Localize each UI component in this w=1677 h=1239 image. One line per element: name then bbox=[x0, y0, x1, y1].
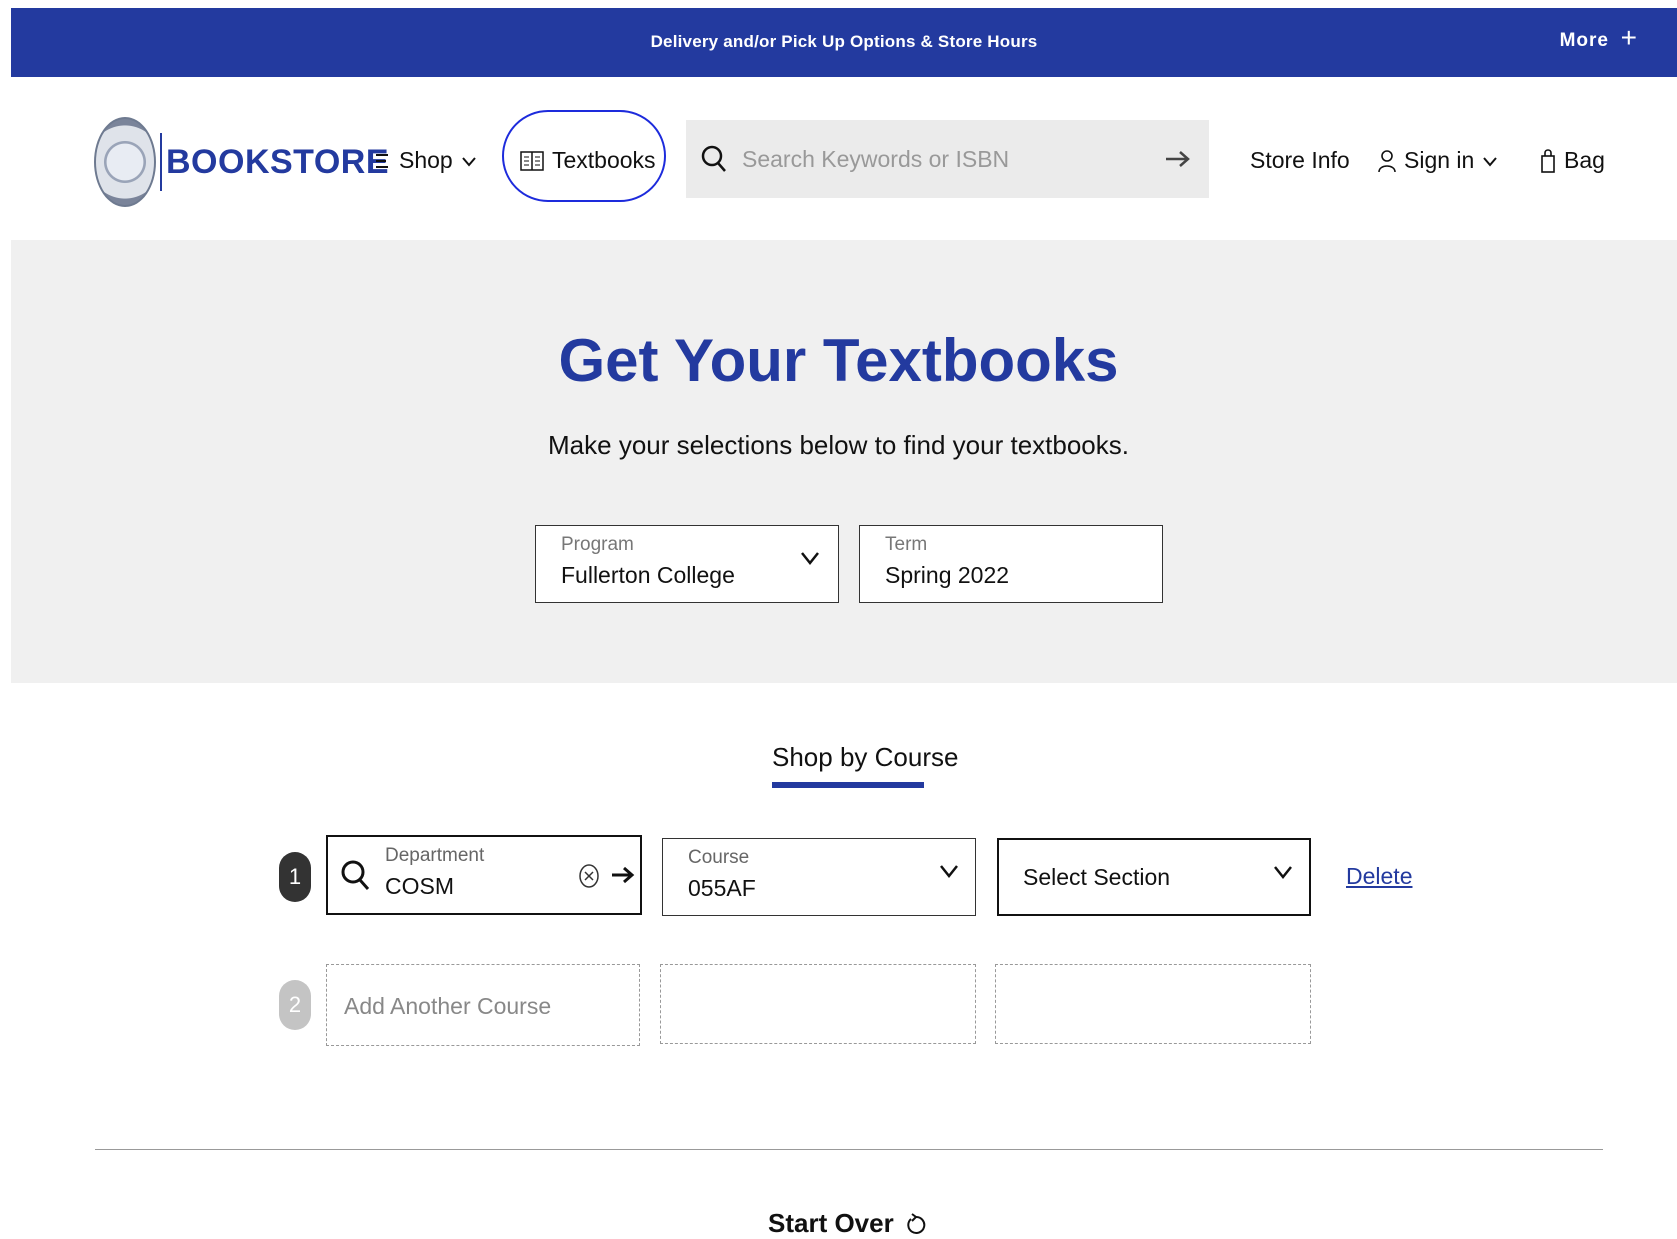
row-number-2: 2 bbox=[279, 980, 311, 1030]
divider bbox=[95, 1149, 1603, 1150]
arrow-right-icon[interactable] bbox=[1165, 149, 1191, 169]
section-select[interactable]: Select Section bbox=[997, 838, 1311, 916]
more-button[interactable]: More bbox=[1560, 30, 1609, 52]
arrow-right-icon[interactable] bbox=[611, 865, 635, 885]
program-label: Program bbox=[561, 534, 634, 555]
tab-active-indicator bbox=[772, 782, 924, 788]
department-field[interactable]: Department COSM bbox=[326, 835, 642, 915]
clear-icon[interactable] bbox=[578, 863, 600, 889]
refresh-icon bbox=[907, 1212, 925, 1234]
page-subtitle: Make your selections below to find your … bbox=[548, 430, 1129, 460]
add-another-course-placeholder: Add Another Course bbox=[344, 993, 552, 1019]
nav-shop[interactable]: Shop bbox=[375, 147, 477, 174]
college-seal-icon bbox=[94, 117, 156, 207]
department-label: Department bbox=[385, 845, 485, 866]
start-over-button[interactable]: Start Over bbox=[768, 1208, 926, 1239]
nav-textbooks[interactable]: Textbooks bbox=[520, 147, 656, 174]
add-another-course-field[interactable]: Add Another Course bbox=[326, 964, 640, 1046]
delete-course-link[interactable]: Delete bbox=[1346, 863, 1412, 890]
search-input[interactable] bbox=[742, 145, 1165, 173]
page-title: Get Your Textbooks bbox=[558, 327, 1119, 394]
tab-shop-by-course[interactable]: Shop by Course bbox=[772, 742, 958, 773]
bookstore-logo[interactable]: BOOKSTORE bbox=[94, 117, 389, 207]
book-icon bbox=[520, 150, 544, 171]
section-placeholder-field bbox=[995, 964, 1311, 1044]
chevron-down-icon bbox=[1274, 866, 1292, 880]
user-icon bbox=[1378, 149, 1396, 172]
course-label: Course bbox=[688, 847, 750, 868]
hero-section: Program Fullerton College Term Spring 20… bbox=[11, 240, 1677, 683]
course-select[interactable]: Course 055AF bbox=[662, 838, 976, 916]
course-value: 055AF bbox=[688, 875, 756, 901]
program-value: Fullerton College bbox=[561, 562, 735, 588]
search-icon bbox=[341, 860, 370, 890]
chevron-down-icon bbox=[1483, 156, 1498, 167]
course-placeholder-field bbox=[660, 964, 976, 1044]
nav-textbooks-label: Textbooks bbox=[552, 147, 656, 173]
chevron-down-icon bbox=[801, 552, 819, 566]
chevron-down-icon bbox=[461, 156, 476, 167]
nav-shop-label: Shop bbox=[399, 147, 453, 173]
nav-bag[interactable]: Bag bbox=[1540, 147, 1605, 174]
promo-link[interactable]: Delivery and/or Pick Up Options & Store … bbox=[11, 32, 1677, 52]
section-value: Select Section bbox=[1023, 864, 1171, 890]
row-number-1: 1 bbox=[279, 852, 311, 902]
program-select[interactable]: Program Fullerton College bbox=[535, 525, 839, 603]
menu-icon bbox=[376, 153, 388, 168]
chevron-down-icon bbox=[940, 865, 958, 879]
start-over-label: Start Over bbox=[768, 1208, 894, 1238]
search-bar bbox=[686, 120, 1209, 198]
logo-text: BOOKSTORE bbox=[166, 142, 390, 181]
nav-bag-label: Bag bbox=[1564, 147, 1605, 173]
nav-sign-in-label: Sign in bbox=[1404, 147, 1475, 173]
term-label: Term bbox=[885, 534, 928, 555]
nav-sign-in[interactable]: Sign in bbox=[1378, 147, 1498, 174]
term-value: Spring 2022 bbox=[885, 562, 1010, 588]
logo-divider bbox=[160, 133, 162, 191]
term-select[interactable]: Term Spring 2022 bbox=[859, 525, 1163, 603]
nav-store-info[interactable]: Store Info bbox=[1250, 147, 1350, 174]
department-value: COSM bbox=[385, 873, 454, 899]
plus-icon[interactable]: + bbox=[1621, 22, 1637, 54]
site-header: BOOKSTORE Shop Textbooks Search Keywords… bbox=[0, 77, 1677, 240]
promo-bar: Delivery and/or Pick Up Options & Store … bbox=[11, 8, 1677, 77]
bag-icon bbox=[1541, 148, 1555, 173]
search-icon[interactable] bbox=[700, 144, 728, 174]
